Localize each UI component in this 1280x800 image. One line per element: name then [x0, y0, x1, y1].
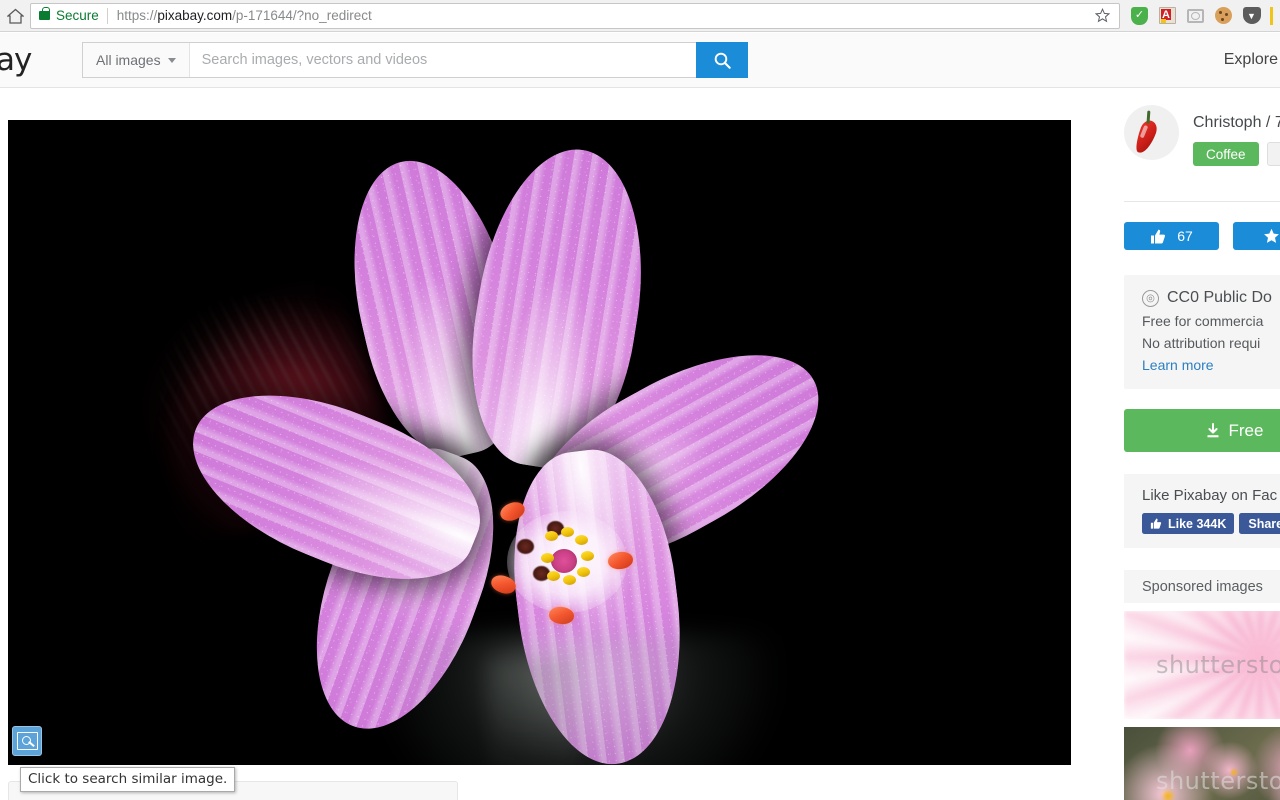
cast-icon[interactable] — [1186, 6, 1205, 25]
cc0-line: ◎ CC0 Public Do — [1142, 289, 1280, 307]
dark-spot-1 — [517, 539, 534, 554]
author-name[interactable]: Christoph / 7 — [1193, 114, 1280, 132]
bookmark-star-icon[interactable] — [1089, 4, 1115, 28]
explore-nav-link[interactable]: Explore — [1224, 51, 1278, 69]
chevron-down-icon — [167, 57, 176, 63]
home-icon-svg — [6, 8, 24, 24]
anther-8 — [541, 553, 554, 563]
anther-3 — [575, 535, 588, 545]
donate-coffee-button[interactable]: Coffee — [1193, 142, 1259, 166]
omnibox-divider — [106, 7, 108, 24]
cookie-icon[interactable] — [1214, 6, 1233, 25]
flower-photo — [8, 120, 1071, 765]
image-details-sidebar: Christoph / 7 Coffee F 67 4 ◎ CC0 Public… — [1124, 105, 1280, 800]
sponsored-heading: Sponsored images — [1124, 570, 1280, 603]
star-icon — [1263, 228, 1279, 243]
chili-pepper-icon — [1132, 118, 1160, 156]
like-button[interactable]: 67 — [1124, 222, 1219, 250]
anther-7 — [547, 571, 560, 581]
url-scheme: https:// — [116, 8, 158, 23]
site-header: ay All images Explore — [0, 33, 1280, 88]
url-text: https://pixabay.com/p-171644/?no_redirec… — [117, 8, 372, 23]
search-input[interactable] — [189, 43, 696, 77]
shutterstock-watermark: shutterstock — [1155, 651, 1280, 679]
facebook-box: Like Pixabay on Fac Like 344K Share — [1124, 474, 1280, 548]
avatar[interactable] — [1124, 105, 1179, 160]
anther-6 — [563, 575, 576, 585]
facebook-like-button[interactable]: Like 344K — [1142, 513, 1235, 534]
facebook-title: Like Pixabay on Fac — [1142, 487, 1278, 504]
category-dropdown-label: All images — [96, 52, 161, 68]
anther-2 — [561, 527, 574, 537]
license-line-2: No attribution requi — [1142, 335, 1261, 351]
search-icon — [714, 52, 731, 69]
thumbs-up-icon — [1151, 229, 1166, 243]
pixabay-logo[interactable]: ay — [0, 42, 72, 78]
learn-more-link[interactable]: Learn more — [1142, 357, 1280, 373]
anther-5 — [577, 567, 590, 577]
pocket-icon[interactable]: ▼ — [1242, 6, 1261, 25]
sidebar-divider — [1124, 201, 1280, 202]
license-line-1: Free for commercia — [1142, 313, 1264, 329]
search-bar: All images — [82, 42, 748, 78]
url-host: pixabay.com — [157, 8, 233, 23]
search-image-icon — [16, 732, 38, 750]
sponsored-image-2[interactable]: shutterstock — [1124, 727, 1280, 800]
address-bar[interactable]: Secure https://pixabay.com/p-171644/?no_… — [30, 2, 1120, 29]
sponsored-image-1[interactable]: shutterstock — [1124, 611, 1280, 719]
facebook-share-button[interactable]: Share — [1239, 513, 1280, 534]
license-title: CC0 Public Do — [1167, 289, 1272, 306]
free-download-label: Free — [1228, 420, 1264, 440]
security-label: Secure — [56, 8, 99, 23]
pistil — [551, 549, 577, 573]
lock-icon — [39, 7, 50, 20]
category-dropdown[interactable]: All images — [83, 43, 190, 77]
image-viewer[interactable] — [8, 120, 1071, 765]
star-outline-svg — [1094, 8, 1110, 23]
search-similar-image-button[interactable] — [12, 726, 42, 756]
search-button[interactable] — [696, 42, 748, 78]
download-icon — [1207, 422, 1219, 437]
author-tag-row: Coffee F — [1193, 142, 1280, 166]
adblock-icon[interactable] — [1158, 6, 1177, 25]
extension-icons: ✓ ▼ — [1126, 6, 1280, 25]
license-box: ◎ CC0 Public Do Free for commercia No at… — [1124, 275, 1280, 389]
author-row: Christoph / 7 Coffee F — [1124, 105, 1280, 191]
author-info: Christoph / 7 Coffee F — [1193, 105, 1280, 166]
anther-1 — [545, 531, 558, 541]
similar-image-tooltip: Click to search similar image. — [20, 767, 236, 792]
url-path: /p-171644/?no_redirect — [232, 8, 372, 23]
stats-row: 67 4 — [1124, 222, 1280, 250]
shutterstock-watermark: shutterstock — [1155, 767, 1280, 795]
cc0-icon: ◎ — [1142, 289, 1159, 307]
anther-4 — [581, 551, 594, 561]
home-icon[interactable] — [0, 0, 30, 32]
bottom-glow — [378, 635, 778, 765]
free-download-button[interactable]: Free — [1124, 409, 1280, 452]
like-count: 67 — [1177, 228, 1193, 244]
favorite-button[interactable]: 4 — [1233, 222, 1280, 250]
thumbs-up-icon — [1150, 518, 1162, 529]
facebook-like-label: Like 344K — [1168, 516, 1227, 531]
follow-button[interactable]: F — [1266, 142, 1280, 166]
toolbar-edge-marker — [1270, 6, 1273, 25]
adguard-shield-icon[interactable]: ✓ — [1130, 6, 1149, 25]
facebook-buttons: Like 344K Share — [1142, 513, 1280, 534]
chili-highlight — [1139, 124, 1148, 139]
browser-toolbar: Secure https://pixabay.com/p-171644/?no_… — [0, 0, 1280, 32]
